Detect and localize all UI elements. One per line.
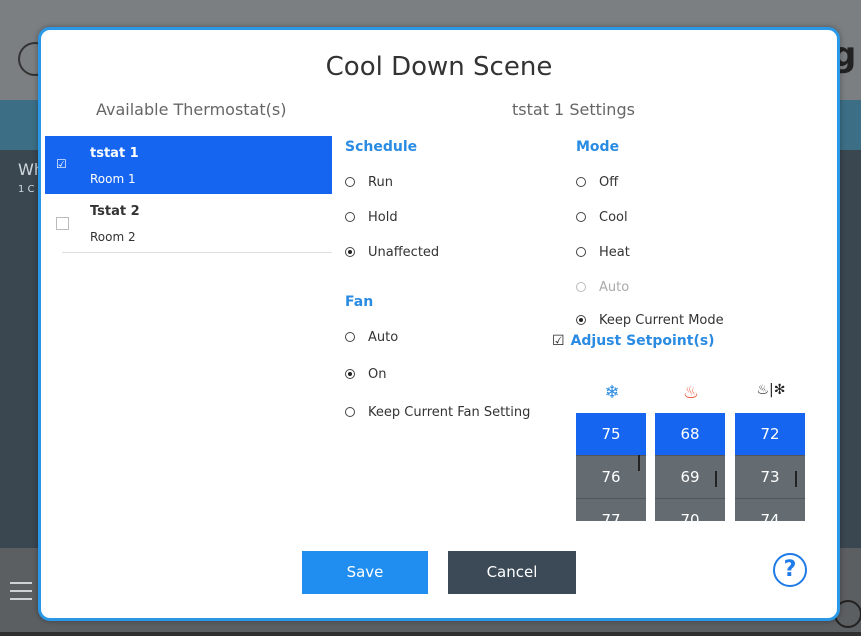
radio-label: On — [368, 367, 387, 382]
radio-label: Cool — [599, 210, 628, 225]
radio-icon — [576, 211, 586, 222]
checkbox-checked-icon[interactable]: ☑ — [56, 158, 67, 170]
radio-label: Hold — [368, 210, 398, 225]
radio-label: Heat — [599, 245, 630, 260]
radio-selected-icon — [345, 246, 355, 257]
mode-radio-cool[interactable]: Cool — [576, 210, 628, 225]
adjust-setpoints-checkbox[interactable]: ☑ Adjust Setpoint(s) — [552, 333, 715, 349]
tstat-settings-heading: tstat 1 Settings — [512, 100, 635, 119]
picker-scrollbar[interactable] — [638, 455, 640, 471]
setpoint-value[interactable]: 70 — [655, 498, 725, 521]
radio-icon — [576, 246, 586, 257]
menu-icon[interactable] — [10, 582, 32, 606]
radio-selected-icon — [345, 368, 355, 379]
radio-label: Unaffected — [368, 245, 440, 260]
checkbox-checked-icon: ☑ — [552, 333, 565, 349]
setpoint-value[interactable]: 77 — [576, 498, 646, 521]
fan-radio-on[interactable]: On — [345, 367, 386, 382]
mode-radio-auto: Auto — [576, 280, 629, 295]
radio-selected-icon — [576, 314, 586, 325]
background-bottom-bar — [0, 632, 861, 636]
available-thermostats-heading: Available Thermostat(s) — [96, 100, 287, 119]
radio-icon — [576, 281, 586, 292]
mode-radio-off[interactable]: Off — [576, 175, 618, 190]
radio-label: Auto — [368, 330, 399, 345]
radio-icon — [345, 176, 355, 187]
scene-dialog: Cool Down Scene Available Thermostat(s) … — [38, 27, 840, 621]
fan-label: Fan — [345, 294, 374, 310]
checkbox-unchecked-icon[interactable] — [56, 217, 69, 230]
setpoint-value-selected[interactable]: 68 — [655, 413, 725, 455]
mode-label: Mode — [576, 139, 620, 155]
schedule-radio-run[interactable]: Run — [345, 175, 393, 190]
radio-label: Auto — [599, 280, 630, 295]
radio-icon — [345, 331, 355, 342]
save-button[interactable]: Save — [302, 551, 428, 594]
thermostat-name: Tstat 2 — [90, 204, 140, 219]
picker-scrollbar[interactable] — [795, 471, 797, 487]
radio-icon — [345, 406, 355, 417]
picker-scrollbar[interactable] — [715, 471, 717, 487]
thermostat-item-tstat-1[interactable]: ☑ tstat 1 Room 1 — [45, 136, 332, 194]
fan-radio-auto[interactable]: Auto — [345, 330, 398, 345]
setpoint-value[interactable]: 76 — [576, 455, 646, 498]
fan-radio-keep-current[interactable]: Keep Current Fan Setting — [345, 405, 530, 420]
setpoint-value-selected[interactable]: 72 — [735, 413, 805, 455]
flame-icon: ♨ — [682, 382, 700, 403]
thermostat-room: Room 1 — [90, 172, 136, 186]
thermostat-item-tstat-2[interactable]: Tstat 2 Room 2 — [56, 194, 332, 253]
heat-cool-icon: ♨|✻ — [756, 382, 786, 398]
snowflake-icon: ❄ — [604, 382, 620, 403]
radio-label: Off — [599, 175, 619, 190]
schedule-label: Schedule — [345, 139, 418, 155]
thermostat-room: Room 2 — [90, 230, 136, 244]
dialog-title: Cool Down Scene — [325, 52, 553, 82]
radio-label: Keep Current Mode — [599, 313, 724, 328]
setpoint-value-selected[interactable]: 75 — [576, 413, 646, 455]
heat-setpoint-picker[interactable]: 68 69 70 — [655, 413, 725, 521]
mode-radio-heat[interactable]: Heat — [576, 245, 630, 260]
cancel-button[interactable]: Cancel — [448, 551, 576, 594]
radio-icon — [345, 211, 355, 222]
adjust-setpoints-label: Adjust Setpoint(s) — [570, 333, 715, 349]
background-item-sub: 1 C — [18, 184, 35, 195]
mode-radio-keep-current[interactable]: Keep Current Mode — [576, 313, 724, 328]
auto-setpoint-picker[interactable]: 72 73 74 — [735, 413, 805, 521]
radio-label: Run — [368, 175, 393, 190]
thermostat-name: tstat 1 — [90, 146, 139, 161]
thermostat-list: ☑ tstat 1 Room 1 Tstat 2 Room 2 — [45, 136, 332, 253]
schedule-radio-unaffected[interactable]: Unaffected — [345, 245, 439, 260]
radio-icon — [576, 176, 586, 187]
schedule-radio-hold[interactable]: Hold — [345, 210, 398, 225]
setpoint-value[interactable]: 74 — [735, 498, 805, 521]
radio-label: Keep Current Fan Setting — [368, 405, 531, 420]
cool-setpoint-picker[interactable]: 75 76 77 — [576, 413, 646, 521]
help-icon[interactable]: ? — [773, 553, 807, 587]
